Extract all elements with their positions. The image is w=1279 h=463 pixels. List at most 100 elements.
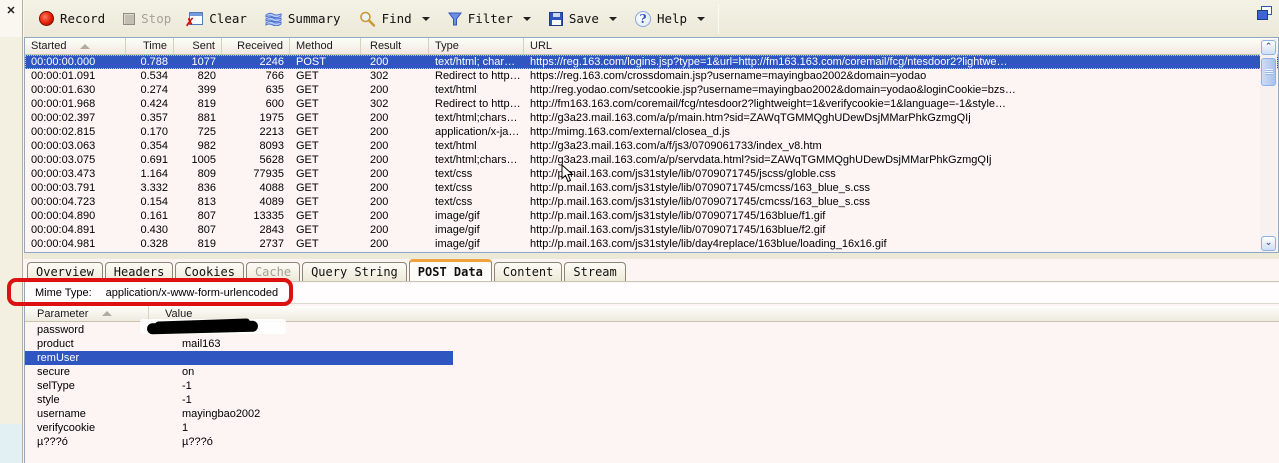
cell-sent: 807	[174, 209, 222, 223]
request-row[interactable]: 00:00:04.723 0.154 813 4089 GET 200 text…	[25, 195, 1278, 209]
request-row[interactable]: 00:00:03.075 0.691 1005 5628 GET 200 tex…	[25, 153, 1278, 167]
cell-url: http://p.mail.163.com/js31style/lib/0709…	[524, 209, 1278, 223]
cell-started: 00:00:01.630	[25, 83, 126, 97]
cell-url: http://p.mail.163.com/js31style/lib/0709…	[524, 167, 1278, 181]
dock-strip: ✕	[0, 0, 23, 463]
cell-result: 200	[361, 237, 429, 251]
summary-button[interactable]: Summary	[256, 5, 350, 33]
column-header-method[interactable]: Method	[290, 38, 361, 54]
column-header-sent[interactable]: Sent	[174, 38, 222, 54]
cell-type: text/html;chars…	[429, 111, 524, 125]
param-row[interactable]: µ???ó µ???ó	[25, 435, 1279, 449]
param-row[interactable]: remUser	[25, 351, 1279, 365]
cell-time: 0.170	[126, 125, 174, 139]
cell-result: 200	[361, 125, 429, 139]
params-rows: password product mail163 remUser secure …	[25, 323, 1279, 449]
cell-url: http://g3a23.mail.163.com/a/p/servdata.h…	[524, 153, 1278, 167]
help-button[interactable]: ? Help	[626, 5, 714, 33]
record-icon	[39, 11, 54, 26]
find-button[interactable]: Find	[350, 5, 439, 33]
mime-type-bar: Mime Type: application/x-www-form-urlenc…	[25, 283, 1279, 304]
cell-time: 1.164	[126, 167, 174, 181]
detail-tab[interactable]: Headers	[105, 262, 174, 282]
request-row[interactable]: 00:00:04.891 0.430 807 2843 GET 200 imag…	[25, 223, 1278, 237]
help-dropdown-icon[interactable]	[697, 17, 705, 21]
cell-method: GET	[290, 181, 361, 195]
param-value: -1	[149, 379, 1279, 393]
detail-tab[interactable]: Content	[494, 262, 563, 282]
detail-tab[interactable]: Query String	[302, 262, 407, 282]
save-dropdown-icon[interactable]	[609, 17, 617, 21]
record-button[interactable]: Record	[30, 5, 114, 33]
column-header-started[interactable]: Started	[25, 38, 126, 54]
clear-button[interactable]: ✗ Clear	[180, 5, 256, 33]
clear-label: Clear	[209, 11, 247, 26]
param-row[interactable]: selType -1	[25, 379, 1279, 393]
param-row[interactable]: style -1	[25, 393, 1279, 407]
param-row[interactable]: secure on	[25, 365, 1279, 379]
column-header-result[interactable]: Result	[361, 38, 429, 54]
column-header-value[interactable]: Value	[149, 306, 1279, 321]
cell-time: 0.161	[126, 209, 174, 223]
column-header-type[interactable]: Type	[429, 38, 524, 54]
save-button[interactable]: Save	[540, 5, 626, 33]
toolbar-separator	[718, 4, 719, 34]
cell-time: 0.357	[126, 111, 174, 125]
cell-url: http://p.mail.163.com/js31style/lib/day4…	[524, 237, 1278, 251]
stop-label: Stop	[141, 11, 171, 26]
cell-type: text/html;chars…	[429, 153, 524, 167]
cell-url: http://mimg.163.com/external/closea_d.js	[524, 125, 1278, 139]
filter-dropdown-icon[interactable]	[523, 17, 531, 21]
close-icon[interactable]: ✕	[4, 4, 18, 18]
param-row[interactable]: password	[25, 323, 1279, 337]
detail-tab[interactable]: Overview	[27, 262, 103, 282]
find-dropdown-icon[interactable]	[422, 17, 430, 21]
detail-tab[interactable]: Cookies	[175, 262, 244, 282]
request-row[interactable]: 00:00:02.397 0.357 881 1975 GET 200 text…	[25, 111, 1278, 125]
cell-method: GET	[290, 83, 361, 97]
param-row[interactable]: verifycookie 1	[25, 421, 1279, 435]
param-row[interactable]: product mail163	[25, 337, 1279, 351]
request-row[interactable]: 00:00:03.063 0.354 982 8093 GET 200 text…	[25, 139, 1278, 153]
mime-type-label: Mime Type:	[35, 287, 92, 299]
request-row[interactable]: 00:00:01.630 0.274 399 635 GET 200 text/…	[25, 83, 1278, 97]
scroll-up-icon[interactable]: ⌃	[1261, 40, 1276, 55]
cell-received: 2246	[222, 55, 290, 69]
cascade-windows-icon[interactable]	[1257, 6, 1273, 21]
postdata-pane: Mime Type: application/x-www-form-urlenc…	[24, 281, 1279, 463]
column-header-received[interactable]: Received	[222, 38, 290, 54]
cell-result: 200	[361, 83, 429, 97]
param-row[interactable]: username mayingbao2002	[25, 407, 1279, 421]
filter-icon	[448, 12, 462, 26]
cell-received: 766	[222, 69, 290, 83]
cell-time: 0.788	[126, 55, 174, 69]
cell-type: application/x-ja…	[429, 125, 524, 139]
cell-received: 2737	[222, 237, 290, 251]
cell-method: GET	[290, 167, 361, 181]
scrollbar-thumb[interactable]	[1261, 58, 1276, 86]
request-row[interactable]: 00:00:03.473 1.164 809 77935 GET 200 tex…	[25, 167, 1278, 181]
cell-result: 200	[361, 167, 429, 181]
request-row[interactable]: 00:00:00.000 0.788 1077 2246 POST 200 te…	[25, 55, 1278, 69]
vertical-scrollbar[interactable]: ⌃ ⌄	[1260, 39, 1277, 252]
request-row[interactable]: 00:00:04.890 0.161 807 13335 GET 200 ima…	[25, 209, 1278, 223]
request-row[interactable]: 00:00:03.791 3.332 836 4088 GET 200 text…	[25, 181, 1278, 195]
column-header-url[interactable]: URL	[524, 38, 1278, 54]
cell-started: 00:00:02.815	[25, 125, 126, 139]
detail-tab[interactable]: Cache	[246, 262, 300, 282]
column-header-parameter[interactable]: Parameter	[25, 306, 149, 321]
cell-result: 200	[361, 209, 429, 223]
stop-button[interactable]: Stop	[114, 5, 180, 33]
param-name: product	[25, 337, 149, 351]
scroll-down-icon[interactable]: ⌄	[1261, 236, 1276, 251]
column-header-time[interactable]: Time	[126, 38, 174, 54]
request-row[interactable]: 00:00:02.815 0.170 725 2213 GET 200 appl…	[25, 125, 1278, 139]
cell-sent: 820	[174, 69, 222, 83]
request-row[interactable]: 00:00:01.968 0.424 819 600 GET 302 Redir…	[25, 97, 1278, 111]
detail-tab[interactable]: Stream	[564, 262, 625, 282]
request-row[interactable]: 00:00:01.091 0.534 820 766 GET 302 Redir…	[25, 69, 1278, 83]
request-row[interactable]: 00:00:04.981 0.328 819 2737 GET 200 imag…	[25, 237, 1278, 251]
cell-started: 00:00:03.473	[25, 167, 126, 181]
detail-tab[interactable]: POST Data	[409, 259, 492, 282]
filter-button[interactable]: Filter	[439, 5, 540, 33]
